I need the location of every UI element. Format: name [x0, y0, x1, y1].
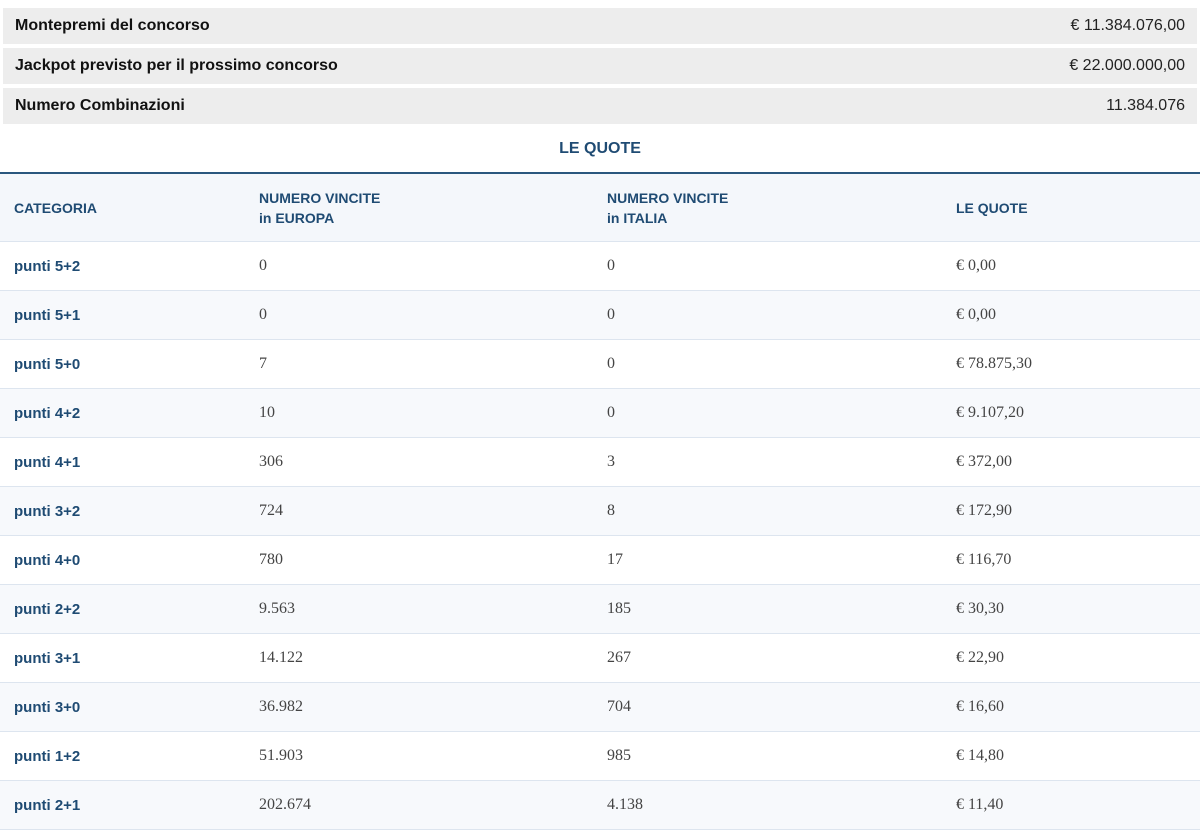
- cell-categoria: punti 2+2: [14, 600, 81, 618]
- table-row: punti 2+1 202.674 4.138 € 11,40: [0, 781, 1200, 830]
- quote-table: CATEGORIA NUMERO VINCITE in EUROPA NUMER…: [0, 174, 1200, 830]
- cell-europa: 202.674: [259, 796, 311, 813]
- cell-categoria: punti 3+2: [14, 502, 81, 520]
- summary-value: € 22.000.000,00: [1069, 57, 1185, 74]
- table-row: punti 3+2 724 8 € 172,90: [0, 487, 1200, 536]
- cell-categoria: punti 5+1: [14, 306, 81, 324]
- table-row: punti 5+1 0 0 € 0,00: [0, 291, 1200, 340]
- header-quote: LE QUOTE: [956, 199, 1028, 216]
- cell-quota: € 11,40: [956, 796, 1004, 813]
- cell-europa: 0: [259, 306, 267, 323]
- cell-quota: € 172,90: [956, 502, 1012, 519]
- cell-italia: 267: [607, 649, 631, 666]
- cell-italia: 0: [607, 306, 615, 323]
- summary-label: Numero Combinazioni: [15, 97, 185, 114]
- cell-categoria: punti 5+2: [14, 257, 81, 275]
- cell-italia: 17: [607, 551, 623, 568]
- cell-quota: € 0,00: [956, 257, 996, 274]
- cell-categoria: punti 5+0: [14, 355, 81, 373]
- cell-italia: 704: [607, 698, 631, 715]
- cell-europa: 36.982: [259, 698, 303, 715]
- table-body: punti 5+2 0 0 € 0,00 punti 5+1 0 0 € 0,0…: [0, 242, 1200, 830]
- cell-italia: 0: [607, 404, 615, 421]
- header-europa-line1: NUMERO VINCITE: [259, 189, 381, 206]
- cell-italia: 985: [607, 747, 631, 764]
- summary-value: € 11.384.076,00: [1070, 17, 1185, 34]
- cell-italia: 0: [607, 257, 615, 274]
- cell-categoria: punti 4+2: [14, 404, 81, 422]
- cell-categoria: punti 3+1: [14, 649, 81, 667]
- header-europa-line2: in EUROPA: [259, 209, 335, 226]
- cell-italia: 8: [607, 502, 615, 519]
- cell-quota: € 372,00: [956, 453, 1012, 470]
- cell-quota: € 16,60: [956, 698, 1004, 715]
- cell-europa: 0: [259, 257, 267, 274]
- summary-label: Jackpot previsto per il prossimo concors…: [15, 57, 338, 74]
- cell-quota: € 14,80: [956, 747, 1004, 764]
- cell-italia: 0: [607, 355, 615, 372]
- summary-value: 11.384.076: [1106, 97, 1185, 114]
- header-italia: NUMERO VINCITE in ITALIA: [607, 188, 956, 228]
- section-title: LE QUOTE: [0, 124, 1200, 174]
- table-row: punti 3+0 36.982 704 € 16,60: [0, 683, 1200, 732]
- header-categoria: CATEGORIA: [14, 199, 97, 216]
- summary-row-jackpot: Jackpot previsto per il prossimo concors…: [3, 48, 1197, 84]
- cell-europa: 7: [259, 355, 267, 372]
- cell-europa: 10: [259, 404, 275, 421]
- table-row: punti 1+2 51.903 985 € 14,80: [0, 732, 1200, 781]
- cell-italia: 4.138: [607, 796, 643, 813]
- header-europa: NUMERO VINCITE in EUROPA: [259, 188, 607, 228]
- cell-categoria: punti 4+1: [14, 453, 81, 471]
- cell-europa: 9.563: [259, 600, 295, 617]
- cell-quota: € 78.875,30: [956, 355, 1032, 372]
- cell-quota: € 9.107,20: [956, 404, 1024, 421]
- cell-categoria: punti 4+0: [14, 551, 81, 569]
- table-row: punti 4+0 780 17 € 116,70: [0, 536, 1200, 585]
- table-header: CATEGORIA NUMERO VINCITE in EUROPA NUMER…: [0, 174, 1200, 242]
- summary-table: Montepremi del concorso € 11.384.076,00 …: [3, 8, 1197, 124]
- cell-categoria: punti 1+2: [14, 747, 81, 765]
- table-row: punti 3+1 14.122 267 € 22,90: [0, 634, 1200, 683]
- table-row: punti 5+0 7 0 € 78.875,30: [0, 340, 1200, 389]
- summary-row-combinazioni: Numero Combinazioni 11.384.076: [3, 88, 1197, 124]
- summary-label: Montepremi del concorso: [15, 17, 210, 34]
- cell-europa: 14.122: [259, 649, 303, 666]
- cell-categoria: punti 3+0: [14, 698, 81, 716]
- table-row: punti 4+2 10 0 € 9.107,20: [0, 389, 1200, 438]
- cell-categoria: punti 2+1: [14, 796, 81, 814]
- header-italia-line2: in ITALIA: [607, 209, 668, 226]
- cell-italia: 3: [607, 453, 615, 470]
- table-row: punti 4+1 306 3 € 372,00: [0, 438, 1200, 487]
- cell-quota: € 116,70: [956, 551, 1012, 568]
- cell-quota: € 22,90: [956, 649, 1004, 666]
- cell-quota: € 30,30: [956, 600, 1004, 617]
- cell-quota: € 0,00: [956, 306, 996, 323]
- table-row: punti 2+2 9.563 185 € 30,30: [0, 585, 1200, 634]
- cell-europa: 724: [259, 502, 283, 519]
- header-italia-line1: NUMERO VINCITE: [607, 189, 729, 206]
- cell-europa: 306: [259, 453, 283, 470]
- cell-europa: 51.903: [259, 747, 303, 764]
- summary-row-montepremi: Montepremi del concorso € 11.384.076,00: [3, 8, 1197, 44]
- cell-italia: 185: [607, 600, 631, 617]
- table-row: punti 5+2 0 0 € 0,00: [0, 242, 1200, 291]
- cell-europa: 780: [259, 551, 283, 568]
